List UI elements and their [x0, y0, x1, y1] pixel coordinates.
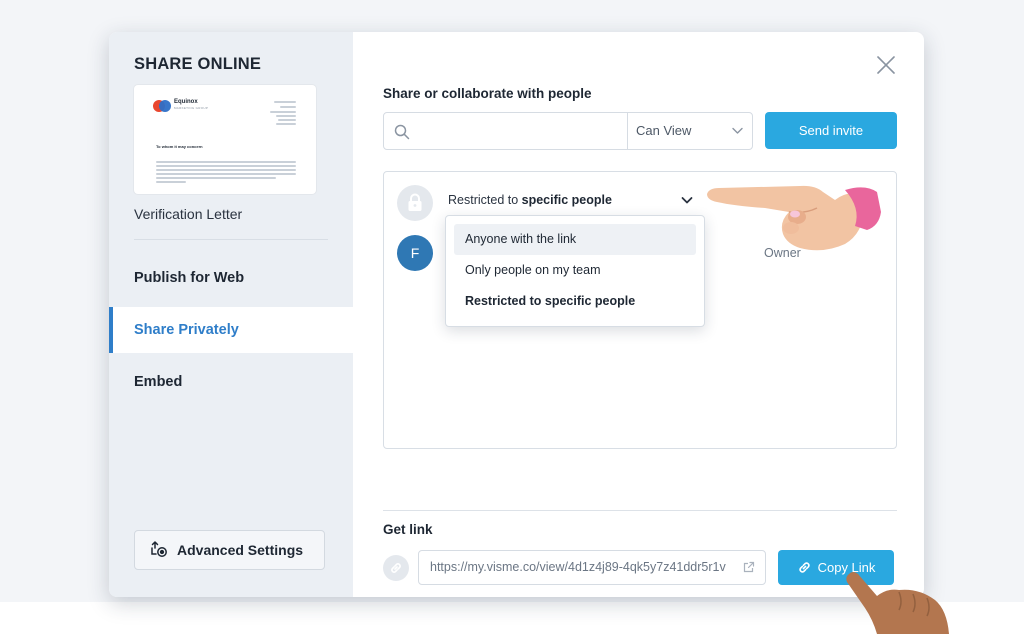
nav-publish-for-web[interactable]: Publish for Web — [109, 255, 353, 301]
option-restricted-specific-people[interactable]: Restricted to specific people — [454, 286, 696, 317]
share-sidebar: SHARE ONLINE Equinox MARKETING GROUP To … — [109, 32, 353, 597]
invite-search-box: Can View — [383, 112, 753, 150]
nav-share-privately[interactable]: Share Privately — [109, 307, 353, 353]
chevron-down-icon[interactable] — [681, 196, 693, 205]
access-bold: specific people — [521, 193, 612, 207]
thumbnail-brand: Equinox — [174, 99, 198, 105]
thumbnail-greeting: To whom it may concern — [156, 144, 203, 149]
advanced-settings-label: Advanced Settings — [177, 542, 304, 558]
link-icon — [383, 555, 409, 581]
link-icon — [798, 562, 810, 573]
document-name: Verification Letter — [134, 206, 243, 222]
brand-logo-icon — [153, 100, 171, 112]
option-only-my-team[interactable]: Only people on my team — [454, 255, 696, 286]
nav-embed[interactable]: Embed — [109, 359, 353, 405]
share-dialog: SHARE ONLINE Equinox MARKETING GROUP To … — [109, 32, 924, 597]
chevron-down-icon — [732, 127, 743, 134]
sidebar-divider — [134, 239, 328, 240]
share-url-field[interactable]: https://my.visme.co/view/4d1z4j89-4qk5y7… — [418, 550, 766, 585]
send-invite-button[interactable]: Send invite — [765, 112, 897, 149]
external-link-icon[interactable] — [743, 561, 755, 573]
access-dropdown-menu: Anyone with the link Only people on my t… — [445, 215, 705, 327]
access-prefix: Restricted to — [448, 193, 522, 207]
avatar: F — [397, 235, 433, 271]
invite-search-input[interactable] — [420, 119, 620, 143]
permission-select-value: Can View — [636, 123, 692, 138]
pointing-hand-icon — [707, 185, 881, 251]
share-section-title: Share or collaborate with people — [383, 86, 592, 101]
share-url-text: https://my.visme.co/view/4d1z4j89-4qk5y7… — [430, 560, 726, 574]
sidebar-title: SHARE ONLINE — [134, 55, 262, 73]
advanced-settings-button[interactable]: Advanced Settings — [134, 530, 325, 570]
document-thumbnail: Equinox MARKETING GROUP To whom it may c… — [134, 85, 316, 194]
get-link-title: Get link — [383, 522, 433, 537]
section-divider — [383, 510, 897, 511]
tapping-hand-icon — [846, 572, 949, 634]
settings-upload-icon — [149, 539, 169, 562]
option-anyone-with-link[interactable]: Anyone with the link — [454, 224, 696, 255]
search-icon — [394, 124, 410, 140]
access-level-label[interactable]: Restricted to specific people — [448, 193, 612, 207]
thumbnail-subbrand: MARKETING GROUP — [174, 106, 209, 110]
lock-icon — [397, 185, 433, 221]
close-icon[interactable] — [875, 54, 897, 76]
permission-select[interactable]: Can View — [627, 113, 753, 149]
